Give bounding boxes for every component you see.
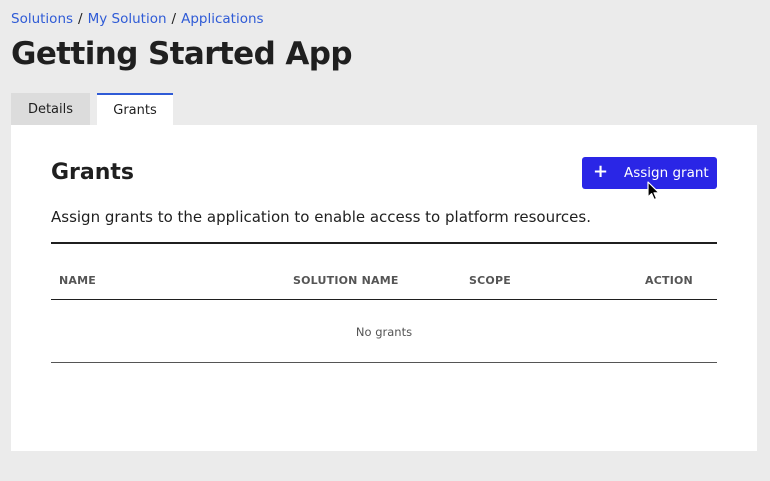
table-header: NAME SOLUTION NAME SCOPE ACTION xyxy=(51,244,717,300)
grants-table: NAME SOLUTION NAME SCOPE ACTION No grant… xyxy=(51,242,717,363)
column-header-action: ACTION xyxy=(645,274,693,287)
breadcrumb-my-solution[interactable]: My Solution xyxy=(88,11,167,27)
breadcrumb: Solutions / My Solution / Applications xyxy=(11,10,264,28)
assign-grant-label: Assign grant xyxy=(624,165,709,181)
column-header-scope[interactable]: SCOPE xyxy=(469,274,511,287)
grants-panel: Grants + Assign grant Assign grants to t… xyxy=(11,125,757,451)
page-title: Getting Started App xyxy=(11,36,353,72)
breadcrumb-separator: / xyxy=(171,11,177,27)
mouse-pointer-icon xyxy=(647,181,660,201)
tab-grants[interactable]: Grants xyxy=(97,93,173,126)
tab-bar: Details Grants xyxy=(11,93,173,126)
column-header-solution-name[interactable]: SOLUTION NAME xyxy=(293,274,399,287)
grants-description: Assign grants to the application to enab… xyxy=(51,208,591,226)
section-title: Grants xyxy=(51,160,135,185)
plus-icon: + xyxy=(593,161,609,182)
table-empty-state: No grants xyxy=(51,300,717,363)
page: Solutions / My Solution / Applications Getti… xyxy=(0,0,770,481)
tab-details[interactable]: Details xyxy=(11,93,90,126)
breadcrumb-separator: / xyxy=(78,11,83,27)
column-header-name[interactable]: NAME xyxy=(59,274,96,287)
breadcrumb-applications[interactable]: Applications xyxy=(181,11,263,27)
breadcrumb-solutions[interactable]: Solutions xyxy=(11,11,73,27)
